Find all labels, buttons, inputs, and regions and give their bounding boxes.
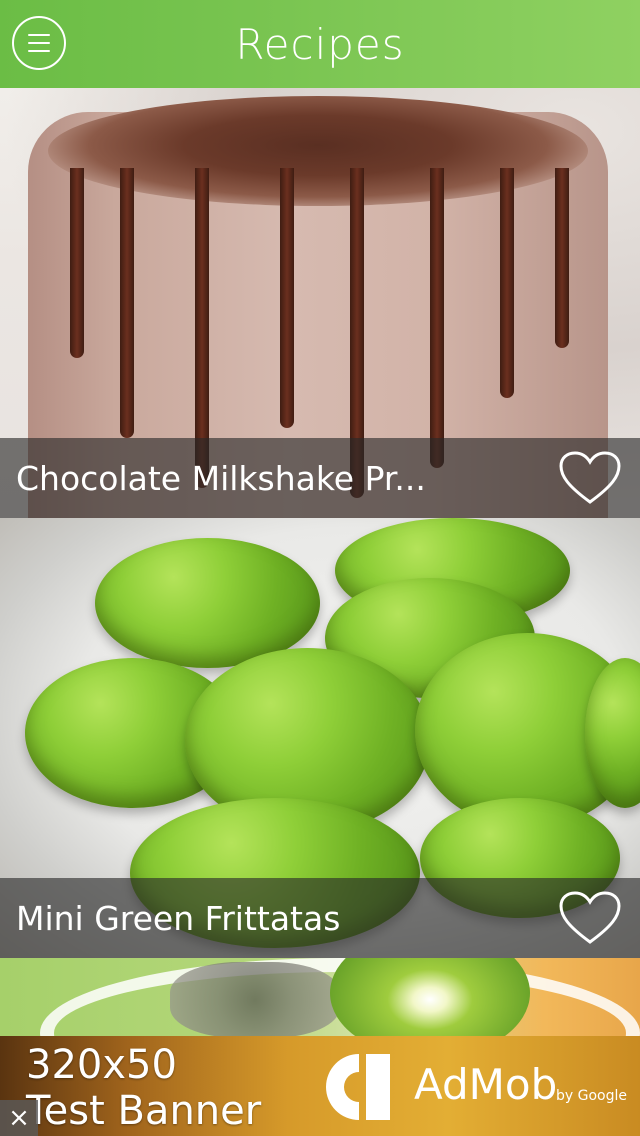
ad-label: Test Banner: [26, 1088, 262, 1134]
ad-by-google: by Google: [556, 1088, 627, 1104]
ad-close-button[interactable]: ×: [0, 1100, 38, 1136]
heart-outline-icon[interactable]: [558, 890, 622, 946]
ad-brand: AdMob: [414, 1060, 558, 1109]
kiwi-slice: [330, 958, 530, 1038]
admob-logo-icon: [326, 1054, 390, 1120]
recipe-card-chocolate-milkshake[interactable]: Chocolate Milkshake Pr...: [0, 88, 640, 518]
menu-icon-line: [28, 42, 50, 44]
ad-banner[interactable]: 320x50 Test Banner AdMob by Google ×: [0, 1036, 640, 1136]
recipe-image: [0, 958, 640, 1038]
recipe-card-smoothie-bowl[interactable]: [0, 958, 640, 1038]
recipe-title-bar: Mini Green Frittatas: [0, 878, 640, 958]
page-title: Recipes: [235, 19, 405, 69]
app-header: Recipes: [0, 0, 640, 88]
ad-size-label: 320x50: [26, 1042, 177, 1088]
chia-seeds: [170, 962, 340, 1038]
chocolate-drip: [555, 168, 569, 348]
recipe-title: Chocolate Milkshake Pr...: [16, 458, 426, 498]
chocolate-drip: [120, 168, 134, 438]
menu-icon-line: [28, 34, 50, 36]
recipe-card-mini-green-frittatas[interactable]: Mini Green Frittatas: [0, 518, 640, 958]
chocolate-drip: [280, 168, 294, 428]
chocolate-drip: [500, 168, 514, 398]
chocolate-drip: [70, 168, 84, 358]
heart-outline-icon[interactable]: [558, 450, 622, 506]
menu-button[interactable]: [12, 16, 66, 70]
menu-icon-line: [28, 50, 50, 52]
recipe-title: Mini Green Frittatas: [16, 898, 341, 938]
chocolate-drip: [430, 168, 444, 468]
recipe-title-bar: Chocolate Milkshake Pr...: [0, 438, 640, 518]
